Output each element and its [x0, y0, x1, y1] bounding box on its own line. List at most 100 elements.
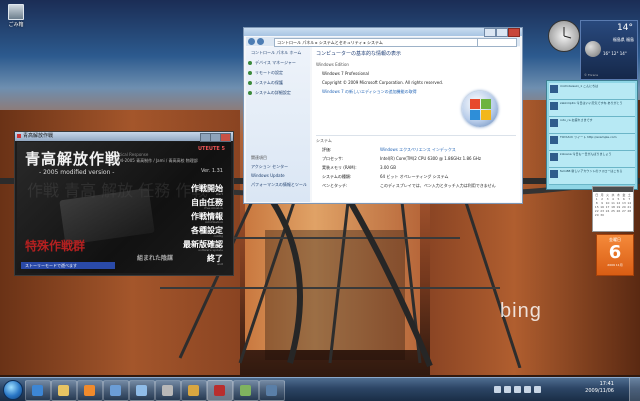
taskbar-app-10[interactable]: [259, 380, 285, 401]
taskbar-media[interactable]: [77, 380, 103, 401]
cp-content: コンピューターの基本的な情報の表示 Windows Edition Window…: [312, 47, 520, 202]
menu-update[interactable]: 最新版確認 software update: [183, 239, 223, 253]
game-app-icon: [17, 134, 21, 138]
taskbar-clock[interactable]: 17:41 2009/11/06: [585, 381, 614, 395]
weather-gadget[interactable]: 14° 福島県 福島 16° 12° 14° © Foreca: [580, 20, 638, 80]
shield-icon: [248, 71, 252, 75]
processor-label: プロセッサ:: [322, 156, 344, 161]
taskbar-app-7[interactable]: [181, 380, 207, 401]
game-logo-title: 青高解放作戦: [25, 150, 122, 168]
list-item[interactable]: fami88 新しいアカウントのフォローはこちら: [549, 168, 635, 185]
pen-touch-value: このディスプレイでは、ペン入力とタッチ入力は利用できません: [380, 183, 496, 188]
taskbar-app-9[interactable]: [233, 380, 259, 401]
tray-icon[interactable]: [514, 386, 521, 393]
advanced-settings-link[interactable]: システムの詳細設定: [255, 90, 291, 96]
maximize-button[interactable]: [496, 28, 508, 37]
show-desktop-button[interactable]: [629, 378, 640, 401]
system-type-value: 64 ビット オペレーティング システム: [380, 174, 449, 179]
copyright-text: Copyright © 2009 Microsoft Corporation. …: [322, 80, 444, 85]
system-type-label: システムの種類:: [322, 174, 352, 179]
pen-touch-label: ペンとタッチ:: [322, 183, 348, 188]
taskbar-app-5[interactable]: [129, 380, 155, 401]
start-button[interactable]: [3, 380, 23, 400]
system-control-panel-window[interactable]: コントロール パネル ▸ システムとセキュリティ ▸ システム コントロール パ…: [243, 27, 523, 204]
avatar: [550, 85, 558, 93]
system-protection-link[interactable]: システムの保護: [255, 80, 283, 86]
breadcrumb[interactable]: コントロール パネル ▸ システムとセキュリティ ▸ システム: [274, 38, 478, 47]
upgrade-link[interactable]: Windows 7 の新しいエディションの追加機能の取得: [322, 89, 417, 95]
network-icon[interactable]: [524, 386, 531, 393]
cp-home-link[interactable]: コントロール パネル ホーム: [251, 50, 301, 56]
taskbar-explorer[interactable]: [51, 380, 77, 401]
see-also-header: 関連項目: [251, 155, 267, 160]
weather-temperature: 14°: [617, 23, 633, 33]
system-header: システム: [316, 138, 332, 143]
date-gadget[interactable]: 金曜日 6 2009 11月: [596, 234, 634, 276]
ram-value: 3.00 GB: [380, 165, 397, 170]
game-titlebar[interactable]: 青高解放作戦: [15, 132, 233, 142]
list-item[interactable]: michidaisuki_1 こんにちは: [549, 83, 635, 100]
menu-start[interactable]: 作戦開始 start: [183, 183, 223, 197]
calendar-cell[interactable]: 30: [599, 213, 604, 217]
minimize-button[interactable]: [484, 28, 496, 37]
game-brand: UTEUTE 5: [198, 146, 225, 152]
performance-link[interactable]: パフォーマンスの情報とツール: [251, 182, 309, 188]
cp-titlebar[interactable]: [244, 28, 522, 37]
breadcrumb-item[interactable]: システムとセキュリティ: [319, 40, 363, 45]
list-item[interactable]: TOYA3ch ツイート http://example.com: [549, 134, 635, 151]
taskbar-app-6[interactable]: [155, 380, 181, 401]
menu-config[interactable]: 各種設定 config: [183, 225, 223, 239]
calendar-gadget[interactable]: 日月火水木金土 1 2 3 4 5 6 7 8 9 10 11 12 13 14 15 16 17 18 19 20 21…: [592, 186, 634, 232]
menu-information[interactable]: 作戦情報 information: [183, 211, 223, 225]
volume-icon[interactable]: [534, 386, 541, 393]
cp-task-pane: コントロール パネル ホーム デバイス マネージャー リモートの設定 システムの…: [246, 47, 310, 202]
app-icon: [266, 385, 277, 396]
avatar: [550, 170, 558, 178]
app-icon: [136, 385, 147, 396]
twitter-feed-gadget[interactable]: michidaisuki_1 こんにちは zakkiripito 今日はいい天気…: [546, 80, 638, 190]
shield-icon: [248, 81, 252, 85]
forward-icon[interactable]: [257, 38, 264, 45]
shield-icon: [248, 91, 252, 95]
device-manager-link[interactable]: デバイス マネージャー: [255, 60, 296, 66]
windows-update-link[interactable]: Windows Update: [251, 173, 285, 178]
taskbar-game[interactable]: [207, 380, 233, 401]
action-center-link[interactable]: アクション センター: [251, 164, 288, 170]
clock-gadget[interactable]: [548, 20, 580, 52]
taskbar-date: 2009/11/06: [585, 388, 614, 394]
close-button[interactable]: [220, 133, 231, 142]
list-item[interactable]: roto_ra お疲れさまです: [549, 117, 635, 134]
weather-footer: © Foreca: [584, 73, 598, 77]
taskbar-ie[interactable]: [25, 380, 51, 401]
list-item[interactable]: kizoana 今日も一日がんばりましょう: [549, 151, 635, 168]
rating-value[interactable]: Windows エクスペリエンス インデックス: [380, 147, 456, 153]
moon-icon: [585, 41, 601, 57]
breadcrumb-item[interactable]: コントロール パネル: [277, 40, 314, 45]
tray-icon[interactable]: [494, 386, 501, 393]
taskbar-app-4[interactable]: [103, 380, 129, 401]
avatar: [550, 153, 558, 161]
breadcrumb-item[interactable]: システム: [367, 40, 383, 45]
tray-icon[interactable]: [504, 386, 511, 393]
recycle-bin-label: ごみ箱: [8, 22, 24, 28]
game-icon: [214, 385, 225, 396]
game-credit: 2004-2005 青高制作 / Jami / 青高高校 物理部: [113, 158, 198, 163]
close-button[interactable]: [508, 28, 520, 37]
game-launcher-window[interactable]: 青高解放作戦 作戦 青高 解放 任務 作戦 Tactical Response …: [14, 131, 234, 276]
list-item[interactable]: zakkiripito 今日はいい天気ですね ありがとう: [549, 100, 635, 117]
clock-face-icon: [563, 27, 572, 39]
address-bar: コントロール パネル ▸ システムとセキュリティ ▸ システム: [246, 37, 520, 47]
menu-free-mission[interactable]: 自由任務 free mission: [183, 197, 223, 211]
app-icon: [110, 385, 121, 396]
menu-exit[interactable]: 終了 exit: [183, 253, 223, 267]
back-icon[interactable]: [248, 38, 255, 45]
calendar-grid: 日月火水木金土 1 2 3 4 5 6 7 8 9 10 11 12 13 14 15 16 17 18 19 20 21…: [593, 192, 633, 218]
search-input[interactable]: [477, 38, 517, 47]
calendar-cell[interactable]: 28: [627, 209, 632, 213]
avatar: [550, 136, 558, 144]
recycle-bin-icon: [8, 4, 24, 20]
remote-settings-link[interactable]: リモートの設定: [255, 70, 283, 76]
weather-location: 福島県 福島: [612, 37, 634, 42]
desktop-recycle-bin[interactable]: ごみ箱: [6, 4, 26, 28]
bing-watermark: bing: [500, 300, 542, 322]
